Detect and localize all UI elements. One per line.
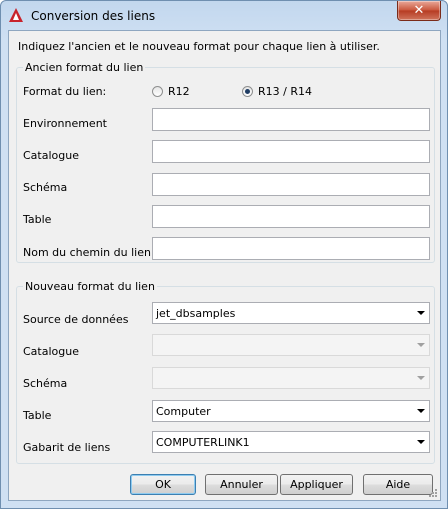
- apply-button[interactable]: Appliquer: [280, 474, 353, 495]
- resize-grip-icon[interactable]: [428, 488, 438, 498]
- chevron-down-icon: [417, 376, 425, 380]
- link-path-field[interactable]: [152, 237, 430, 260]
- radio-r12-label[interactable]: R12: [168, 85, 190, 98]
- cancel-button[interactable]: Annuler: [205, 474, 278, 495]
- link-template-label: Gabarit de liens: [23, 441, 111, 454]
- new-table-dropdown[interactable]: Computer: [152, 400, 430, 422]
- dialog-body: Indiquez l'ancien et le nouveau format p…: [8, 30, 441, 501]
- ok-button[interactable]: OK: [130, 474, 196, 495]
- help-button[interactable]: Aide: [363, 474, 433, 495]
- old-format-legend: Ancien format du lien: [23, 61, 146, 74]
- link-template-value: COMPUTERLINK1: [156, 436, 250, 449]
- chevron-down-icon: [417, 409, 425, 413]
- old-catalog-field[interactable]: [152, 140, 430, 163]
- new-schema-dropdown: [152, 367, 430, 389]
- new-format-legend: Nouveau format du lien: [23, 280, 157, 293]
- old-table-label: Table: [23, 213, 52, 226]
- chevron-down-icon: [417, 311, 425, 315]
- link-path-label: Nom du chemin du lien: [23, 246, 151, 259]
- data-source-label: Source de données: [23, 313, 129, 326]
- close-icon: ✕: [413, 3, 425, 18]
- environment-field[interactable]: [152, 108, 430, 131]
- window-title: Conversion des liens: [31, 9, 156, 23]
- new-catalog-label: Catalogue: [23, 345, 79, 358]
- new-table-label: Table: [23, 409, 52, 422]
- new-catalog-dropdown: [152, 334, 430, 356]
- environment-label: Environnement: [23, 117, 107, 130]
- old-schema-label: Schéma: [23, 181, 68, 194]
- new-table-value: Computer: [156, 405, 211, 418]
- radio-r13-r14[interactable]: [242, 86, 253, 97]
- chevron-down-icon: [417, 343, 425, 347]
- close-button[interactable]: ✕: [397, 1, 441, 21]
- title-bar[interactable]: Conversion des liens ✕: [1, 1, 447, 31]
- link-format-label: Format du lien:: [23, 85, 107, 98]
- old-schema-field[interactable]: [152, 173, 430, 196]
- old-table-field[interactable]: [152, 205, 430, 228]
- data-source-value: jet_dbsamples: [156, 307, 236, 320]
- radio-r12[interactable]: [152, 86, 163, 97]
- dialog-window: Conversion des liens ✕ Indiquez l'ancien…: [0, 0, 448, 509]
- autocad-logo-icon: [9, 8, 23, 22]
- instruction-text: Indiquez l'ancien et le nouveau format p…: [18, 40, 380, 53]
- new-schema-label: Schéma: [23, 377, 68, 390]
- data-source-dropdown[interactable]: jet_dbsamples: [152, 302, 430, 324]
- link-template-dropdown[interactable]: COMPUTERLINK1: [152, 431, 430, 453]
- old-catalog-label: Catalogue: [23, 149, 79, 162]
- chevron-down-icon: [417, 440, 425, 444]
- radio-r13-r14-label[interactable]: R13 / R14: [258, 85, 312, 98]
